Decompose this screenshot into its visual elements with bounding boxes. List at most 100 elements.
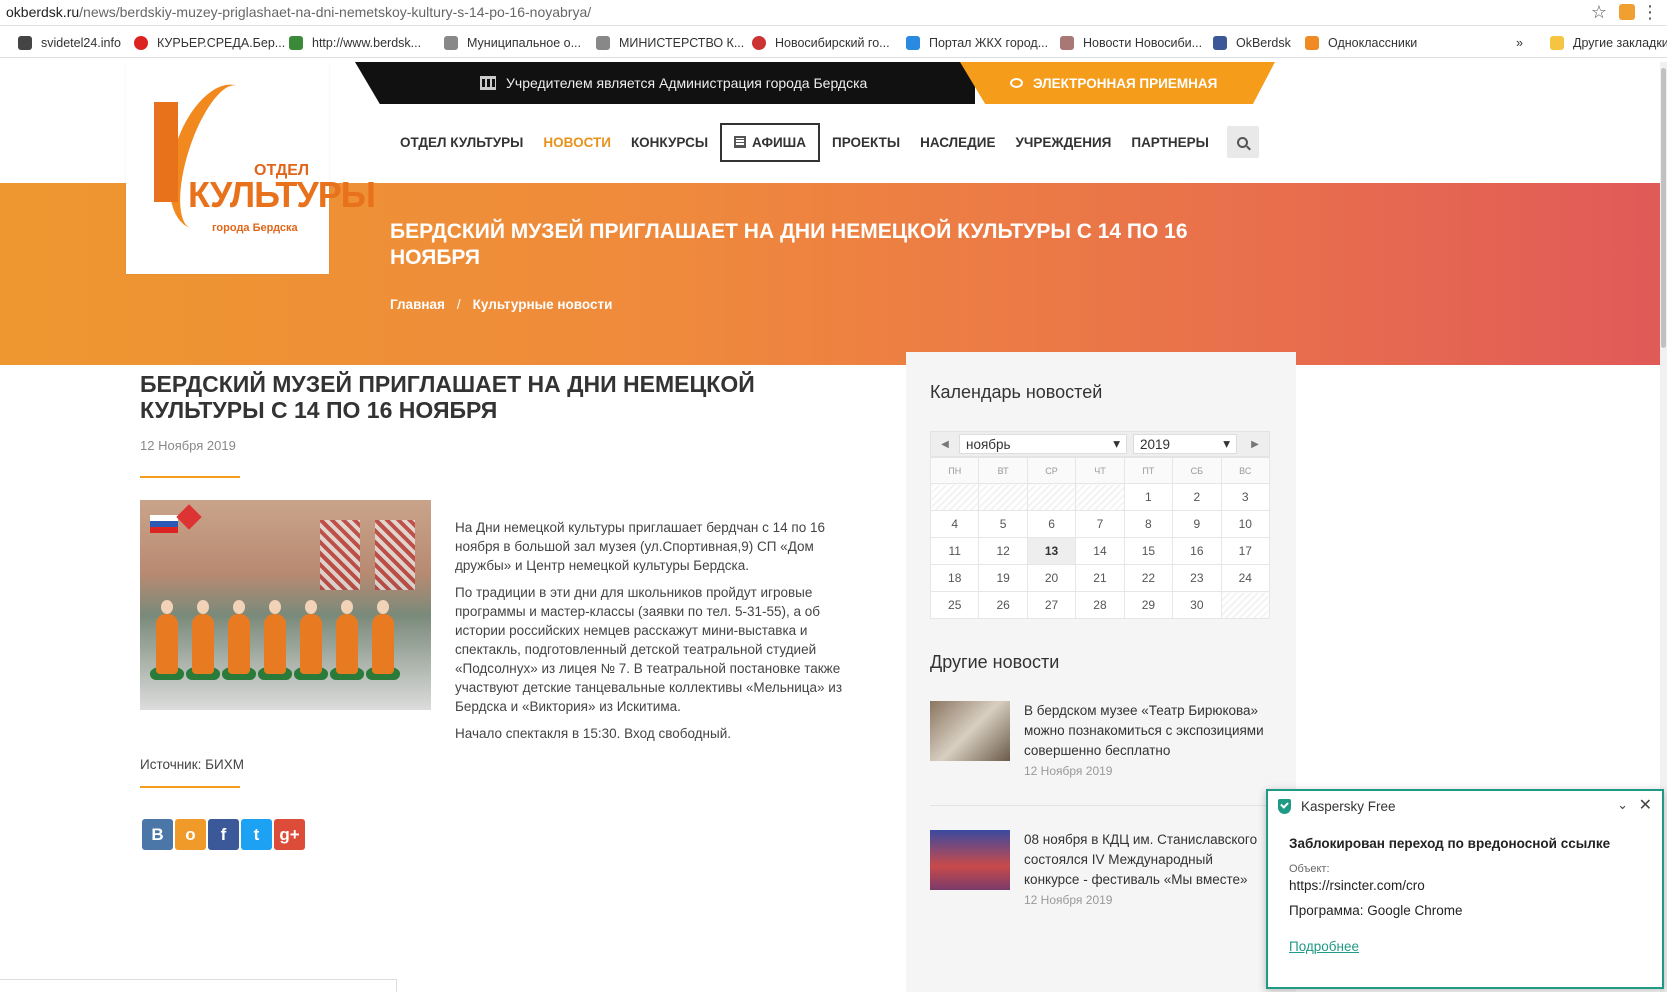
browser-menu-icon[interactable]: ⋮ (1641, 2, 1659, 23)
bookmark-item[interactable]: svidetel24.info (18, 36, 121, 50)
logo-text-sub: города Бердска (212, 222, 298, 234)
share-googleplus-button[interactable]: g+ (274, 819, 305, 850)
article-photo[interactable] (140, 500, 431, 710)
nav-culture-dept[interactable]: ОТДЕЛ КУЛЬТУРЫ (390, 135, 533, 150)
kaspersky-more-link[interactable]: Подробнее (1289, 939, 1359, 954)
bookmark-item[interactable]: http://www.berdsk... (289, 36, 421, 50)
bookmark-item[interactable]: МИНИСТЕРСТВО К... (596, 36, 744, 50)
extension-icon[interactable] (1619, 4, 1635, 20)
news-item-date: 12 Ноября 2019 (1024, 893, 1113, 907)
calendar-day[interactable]: 6 (1026, 510, 1077, 538)
calendar-day[interactable]: 8 (1123, 510, 1174, 538)
next-month-arrow-icon[interactable]: ▶ (1241, 439, 1269, 450)
scrollbar-thumb[interactable] (1661, 68, 1666, 348)
kaspersky-title: Заблокирован переход по вредоносной ссыл… (1289, 836, 1611, 851)
share-vk-button[interactable]: В (142, 819, 173, 850)
calendar-day[interactable]: 23 (1172, 564, 1222, 592)
nav-afisha[interactable]: АФИША (720, 122, 821, 162)
calendar-day[interactable]: 10 (1220, 510, 1271, 538)
bookmark-item[interactable]: Новосибирский го... (752, 36, 890, 50)
calendar-day[interactable]: 21 (1075, 564, 1125, 592)
dropdown-arrow-icon: ▾ (1113, 436, 1120, 451)
calendar-day[interactable]: 24 (1220, 564, 1271, 592)
address-bar[interactable]: okberdsk.ru/news/berdskiy-muzey-priglash… (0, 0, 1667, 26)
breadcrumb-home[interactable]: Главная (390, 297, 445, 312)
calendar-day[interactable]: 22 (1123, 564, 1174, 592)
calendar-day[interactable]: 15 (1123, 537, 1174, 565)
calendar-day[interactable]: 1 (1123, 483, 1174, 511)
bookmark-item[interactable]: Портал ЖКХ город... (906, 36, 1048, 50)
favicon-icon (1060, 36, 1074, 50)
calendar-day[interactable]: 12 (978, 537, 1028, 565)
site-logo[interactable]: ОТДЕЛ КУЛЬТУРЫ города Бердска (126, 62, 376, 274)
favicon-icon (134, 36, 148, 50)
article-title: БЕРДСКИЙ МУЗЕЙ ПРИГЛАШАЕТ НА ДНИ НЕМЕЦКО… (140, 371, 755, 423)
collapse-chevron-icon[interactable]: ⌄ (1617, 797, 1628, 813)
calendar-day[interactable]: 9 (1172, 510, 1222, 538)
calendar-day[interactable]: 27 (1026, 591, 1077, 619)
calendar-day[interactable]: 30 (1172, 591, 1222, 619)
calendar-day[interactable]: 13 (1026, 537, 1077, 565)
share-facebook-button[interactable]: f (208, 819, 239, 850)
facebook-icon (1213, 36, 1227, 50)
calendar-day[interactable]: 7 (1075, 510, 1125, 538)
bookmark-item[interactable]: Одноклассники (1305, 36, 1417, 50)
calendar-day[interactable]: 17 (1220, 537, 1271, 565)
calendar-day[interactable]: 11 (929, 537, 980, 565)
calendar-empty-cell (1026, 483, 1077, 511)
url-text[interactable]: okberdsk.ru/news/berdskiy-muzey-priglash… (6, 4, 591, 20)
calendar-grid: ПН ВТ СР ЧТ ПТ СБ ВС 1 2 3 4 5 6 7 8 9 10 11 12 13 14… (929, 457, 1271, 619)
bookmark-item[interactable]: OkBerdsk (1213, 36, 1291, 50)
nav-news[interactable]: НОВОСТИ (533, 135, 621, 150)
bookmark-item[interactable]: Муниципальное о... (444, 36, 581, 50)
bank-icon (480, 76, 496, 90)
calendar-day[interactable]: 26 (978, 591, 1028, 619)
calendar-day[interactable]: 16 (1172, 537, 1222, 565)
close-icon[interactable]: ✕ (1639, 795, 1652, 815)
calendar-day[interactable]: 18 (929, 564, 980, 592)
calendar-day[interactable]: 19 (978, 564, 1028, 592)
search-button[interactable] (1226, 126, 1259, 158)
weekday-header: ВТ (978, 457, 1028, 484)
calendar-day[interactable]: 29 (1123, 591, 1174, 619)
calendar-day[interactable]: 28 (1075, 591, 1125, 619)
calendar-day[interactable]: 25 (929, 591, 980, 619)
search-icon (1237, 136, 1249, 148)
calendar-day[interactable]: 20 (1026, 564, 1077, 592)
bookmark-star-icon[interactable]: ☆ (1591, 2, 1607, 23)
bookmark-item[interactable]: Новости Новосиби... (1060, 36, 1202, 50)
calendar-title: Календарь новостей (930, 382, 1103, 402)
main-nav: ОТДЕЛ КУЛЬТУРЫ НОВОСТИ КОНКУРСЫ АФИША ПР… (390, 120, 1259, 164)
bookmarks-more-button[interactable]: » (1516, 36, 1523, 50)
calendar-day[interactable]: 3 (1220, 483, 1271, 511)
other-bookmarks-folder[interactable]: Другие закладки (1550, 36, 1667, 50)
bottom-panel-edge (0, 979, 397, 992)
news-item-title[interactable]: В бердском музее «Театр Бирюкова» можно … (1024, 701, 1269, 761)
news-thumbnail[interactable] (930, 830, 1010, 890)
e-reception-button[interactable]: ЭЛЕКТРОННАЯ ПРИЕМНАЯ (960, 62, 1275, 104)
nav-heritage[interactable]: НАСЛЕДИЕ (910, 135, 1005, 150)
breadcrumb-separator: / (456, 297, 461, 312)
nav-contests[interactable]: КОНКУРСЫ (621, 135, 718, 150)
sidebar: Календарь новостей ◀ ноябрь ▾ 2019 ▾ ▶ ПН … (906, 352, 1296, 992)
favicon-icon (444, 36, 458, 50)
breadcrumb-section[interactable]: Культурные новости (473, 297, 613, 312)
news-item-title[interactable]: 08 ноября в КДЦ им. Станиславского состо… (1024, 830, 1269, 890)
prev-month-arrow-icon[interactable]: ◀ (931, 439, 959, 450)
month-select[interactable]: ноябрь ▾ (959, 434, 1127, 454)
logo-letter-mark (154, 102, 178, 202)
year-select[interactable]: 2019 ▾ (1133, 434, 1237, 454)
calendar-day[interactable]: 2 (1172, 483, 1222, 511)
calendar-day[interactable]: 4 (929, 510, 980, 538)
article-paragraph: Начало спектакля в 15:30. Вход свободный… (455, 726, 731, 741)
bookmark-item[interactable]: КУРЬЕР.СРЕДА.Бер... (134, 36, 285, 50)
nav-projects[interactable]: ПРОЕКТЫ (822, 135, 910, 150)
calendar-day[interactable]: 14 (1075, 537, 1125, 565)
news-thumbnail[interactable] (930, 701, 1010, 761)
favicon-icon (752, 36, 766, 50)
share-twitter-button[interactable]: t (241, 819, 272, 850)
nav-institutions[interactable]: УЧРЕЖДЕНИЯ (1005, 135, 1121, 150)
share-ok-button[interactable]: о (175, 819, 206, 850)
calendar-day[interactable]: 5 (978, 510, 1028, 538)
nav-partners[interactable]: ПАРТНЕРЫ (1121, 135, 1219, 150)
